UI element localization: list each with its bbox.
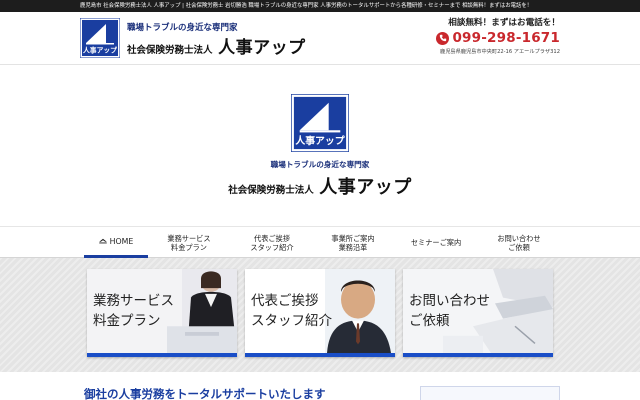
card-contact[interactable]: お問い合わせ ご依頼 — [403, 269, 553, 357]
contact-block: 相談無料！まずはお電話を！ 099-298-1671 鹿児島県鹿児島市中央町22… — [380, 16, 560, 55]
nav-services[interactable]: 業務サービス 料金プラン — [154, 227, 224, 258]
hero-corp-prefix: 社会保険労務士法人 — [228, 185, 314, 196]
intro-section: 御社の人事労務をトータルサポートいたします — [0, 372, 640, 400]
logo-icon[interactable]: 人事アップ — [80, 18, 120, 58]
header-corp-name[interactable]: 社会保険労務士法人 人事アップ — [127, 33, 306, 58]
nav-services-label: 業務サービス 料金プラン — [167, 233, 211, 252]
nav-seminar-label: セミナーご案内 — [410, 238, 462, 247]
header-tagline: 職場トラブルの身近な専門家 — [127, 23, 238, 33]
contact-lead: 相談無料！まずはお電話を！ — [448, 18, 560, 28]
hero-corp-name: 社会保険労務士法人 人事アップ — [0, 173, 640, 199]
nav-greeting-label: 代表ご挨拶 スタッフ紹介 — [250, 233, 294, 252]
hero-tagline: 職場トラブルの身近な専門家 — [270, 160, 370, 169]
phone-icon — [436, 31, 450, 45]
nav-contact[interactable]: お問い合わせ ご依頼 — [484, 227, 554, 258]
card-services-label: 業務サービス 料金プラン — [93, 293, 174, 329]
site-header: 人事アップ 職場トラブルの身近な専門家 社会保険労務士法人 人事アップ 相談無料… — [0, 12, 640, 64]
corp-name: 人事アップ — [218, 38, 306, 58]
intro-heading: 御社の人事労務をトータルサポートいたします — [84, 387, 326, 400]
nav-greeting[interactable]: 代表ご挨拶 スタッフ紹介 — [237, 227, 307, 258]
card-greeting[interactable]: 代表ご挨拶 スタッフ紹介 — [245, 269, 395, 357]
phone-row[interactable]: 099-298-1671 — [380, 30, 560, 46]
hero-corp-title: 人事アップ — [319, 177, 412, 198]
corp-prefix: 社会保険労務士法人 — [127, 45, 213, 56]
home-icon — [98, 238, 107, 244]
nav-contact-label: お問い合わせ ご依頼 — [497, 233, 541, 252]
logo-text: 人事アップ — [83, 46, 117, 55]
logo-icon: 人事アップ — [291, 94, 349, 152]
side-banner[interactable] — [420, 386, 560, 400]
hero-logo-text: 人事アップ — [295, 134, 344, 147]
phone-number[interactable]: 099-298-1671 — [452, 30, 560, 46]
hero-section: 人事アップ 職場トラブルの身近な専門家 社会保険労務士法人 人事アップ — [0, 64, 640, 226]
nav-office-label: 事業所ご案内 業務沿革 — [331, 233, 375, 252]
global-nav: HOME 業務サービス 料金プラン 代表ご挨拶 スタッフ紹介 事業所ご案内 業務… — [0, 226, 640, 258]
nav-office[interactable]: 事業所ご案内 業務沿革 — [318, 227, 388, 258]
nav-home[interactable]: HOME — [84, 227, 148, 258]
card-contact-label: お問い合わせ ご依頼 — [409, 293, 490, 329]
top-info-strip: 鹿児島市 社会保険労務士法人 人事アップ | 社会保険労務士 岩切勝浩 職場トラ… — [0, 0, 640, 12]
card-greeting-label: 代表ご挨拶 スタッフ紹介 — [251, 293, 332, 329]
nav-home-label: HOME — [109, 236, 134, 246]
card-services[interactable]: 業務サービス 料金プラン — [87, 269, 237, 357]
nav-seminar[interactable]: セミナーご案内 — [401, 227, 471, 258]
address: 鹿児島県鹿児島市中央町22-16 アエールプラザ312 — [440, 49, 560, 55]
feature-band: 業務サービス 料金プラン 代表ご挨拶 スタッフ紹介 お問い合わせ ご依頼 — [0, 258, 640, 372]
